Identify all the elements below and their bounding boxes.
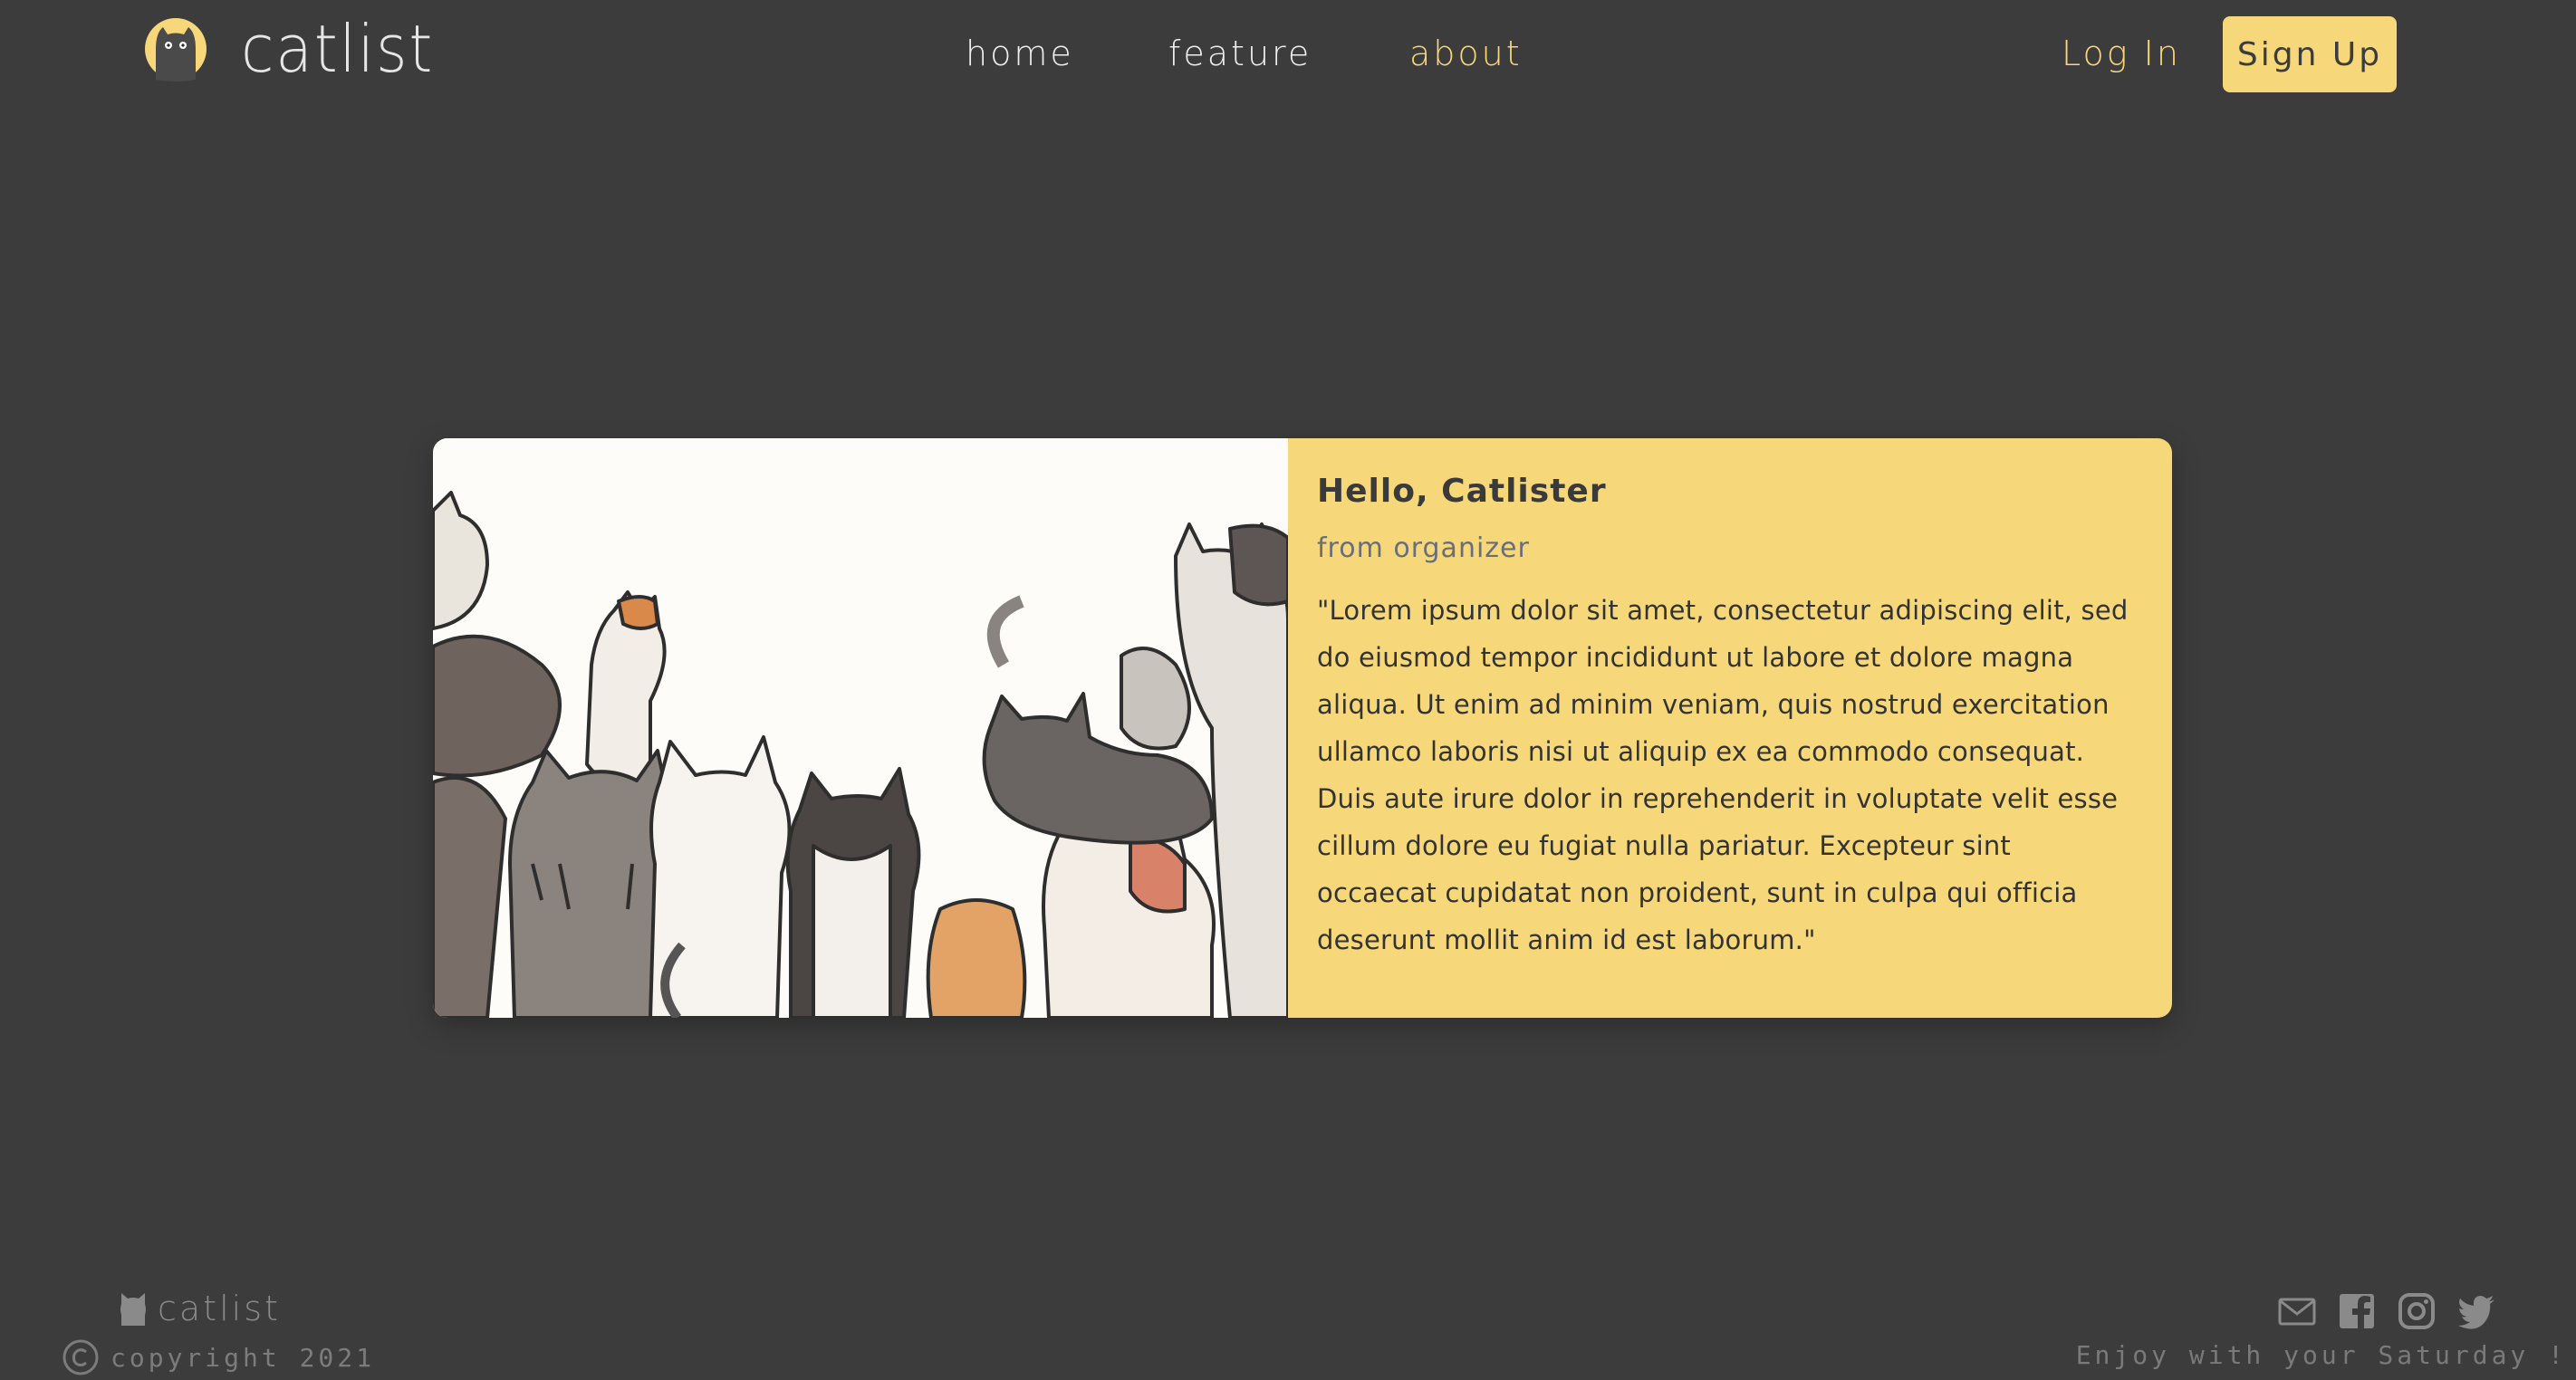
nav-link-feature[interactable]: feature [1168,31,1409,76]
welcome-card: Hello, Catlister from organizer "Lorem i… [433,438,2172,1018]
facebook-icon[interactable] [2337,1291,2377,1331]
footer-tagline: Enjoy with your Saturday ! [2075,1340,2567,1370]
footer-copyright: copyright 2021 [62,1338,375,1376]
cats-illustration-image [433,438,1288,1018]
cats-illustration [433,438,1288,1018]
brand-name: catlist [241,11,435,87]
card-title: Hello, Catlister [1317,473,1607,510]
main-nav: home feature about [966,31,1523,76]
nav-link-home[interactable]: home [966,31,1168,76]
card-message: "Lorem ipsum dolor sit amet, consectetur… [1317,595,2129,955]
mail-icon[interactable] [2277,1291,2317,1331]
cat-silhouette-icon [120,1293,146,1326]
copyright-icon [62,1339,99,1375]
login-link[interactable]: Log In [2062,31,2181,76]
footer-brand-name: catlist [158,1289,281,1328]
twitter-icon[interactable] [2456,1291,2496,1331]
signup-button[interactable]: Sign Up [2223,16,2397,92]
nav-link-about[interactable]: about [1409,31,1523,76]
copyright-text: copyright 2021 [111,1342,376,1373]
brand-logo-link[interactable]: catlist [143,16,451,81]
card-subtitle: from organizer [1317,532,1530,564]
page: catlist home feature about Log In Sign U… [0,0,2576,1380]
card-content: Hello, Catlister from organizer "Lorem i… [1288,438,2172,1018]
instagram-icon[interactable] [2397,1291,2437,1331]
footer-brand: catlist [118,1289,281,1327]
social-links [2277,1291,2496,1331]
cat-logo-icon [145,18,207,81]
